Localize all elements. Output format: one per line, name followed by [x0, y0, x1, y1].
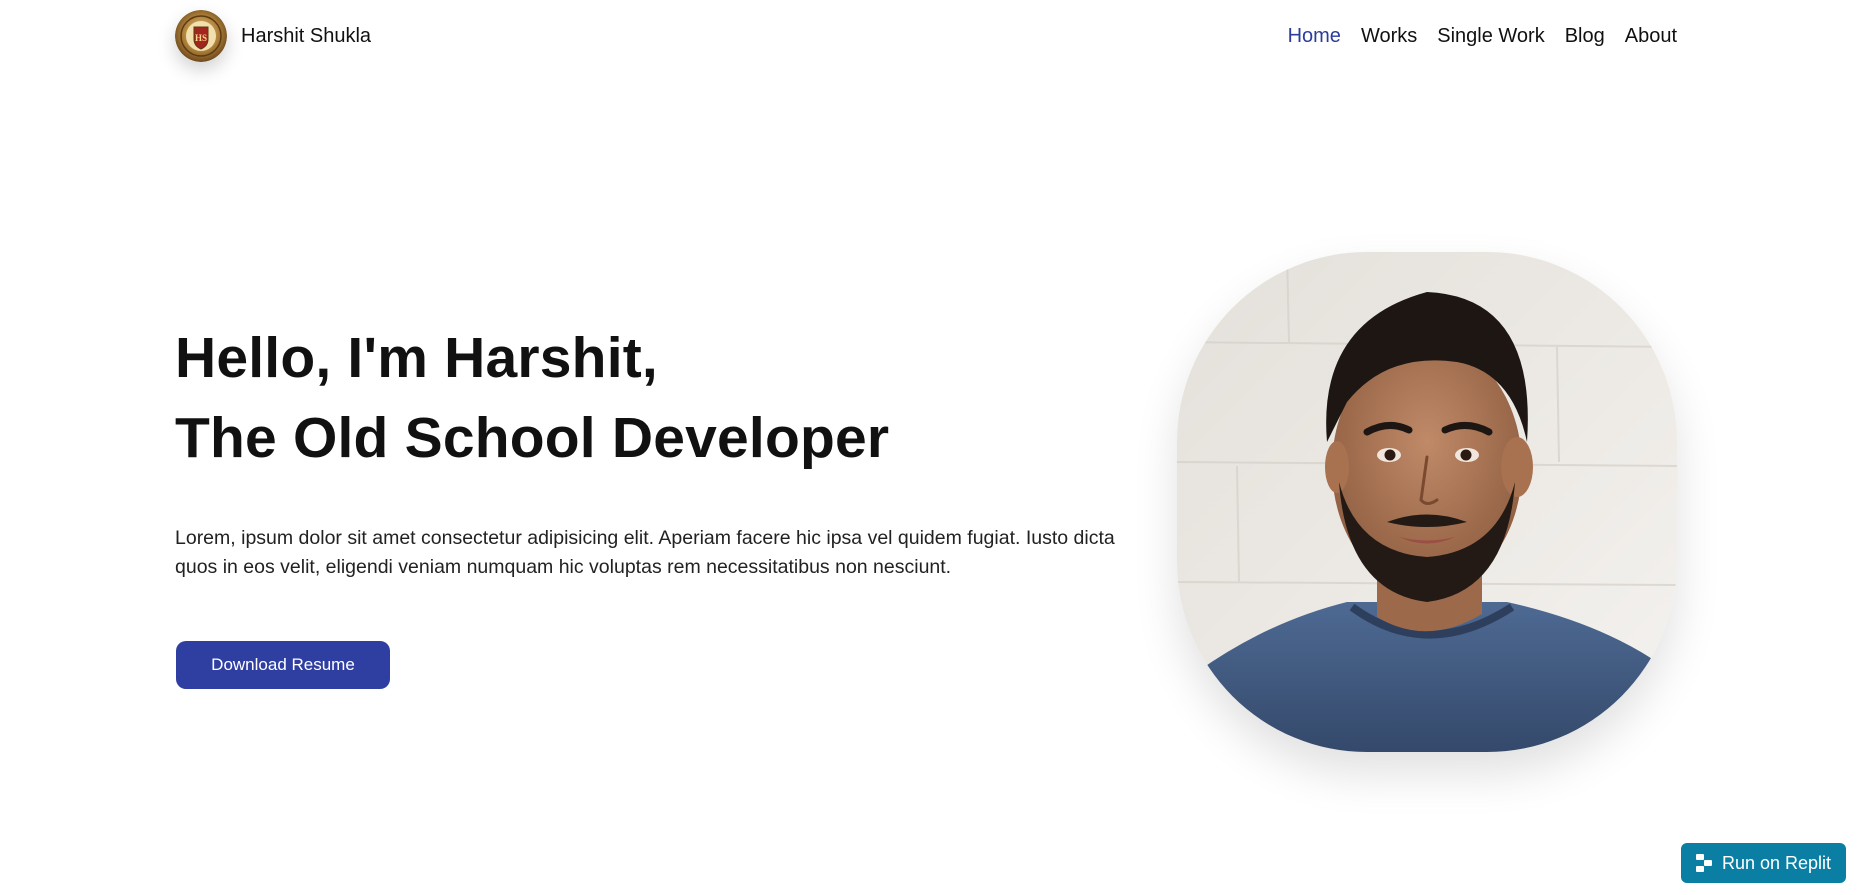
replit-label: Run on Replit	[1721, 852, 1832, 873]
svg-text:HS: HS	[195, 33, 207, 43]
page: HS Harshit Shukla Home Works Single Work…	[0, 0, 1873, 895]
brand-link[interactable]: HS Harshit Shukla	[175, 10, 371, 62]
replit-icon	[1695, 854, 1712, 872]
profile-portrait	[1177, 252, 1677, 752]
hero-description: Lorem, ipsum dolor sit amet consectetur …	[175, 527, 1115, 578]
hero-title: Hello, I'm Harshit, The Old School Devel…	[175, 318, 889, 478]
nav-home[interactable]: Home	[1288, 22, 1341, 50]
nav-works[interactable]: Works	[1361, 22, 1417, 50]
portrait-image	[1177, 252, 1677, 752]
run-on-replit-button[interactable]: Run on Replit	[1681, 843, 1846, 883]
nav-blog[interactable]: Blog	[1565, 22, 1605, 50]
hs-crest-logo-icon: HS	[175, 10, 227, 62]
hero-title-line-2: The Old School Developer	[175, 406, 890, 470]
main-nav: Home Works Single Work Blog About	[1288, 22, 1677, 50]
brand-name: Harshit Shukla	[241, 24, 372, 47]
nav-single-work[interactable]: Single Work	[1437, 22, 1544, 50]
hero-title-line-1: Hello, I'm Harshit,	[175, 326, 658, 390]
nav-about[interactable]: About	[1625, 22, 1677, 50]
site-header: HS Harshit Shukla Home Works Single Work…	[0, 0, 1873, 72]
download-resume-button[interactable]: Download Resume	[176, 641, 390, 689]
